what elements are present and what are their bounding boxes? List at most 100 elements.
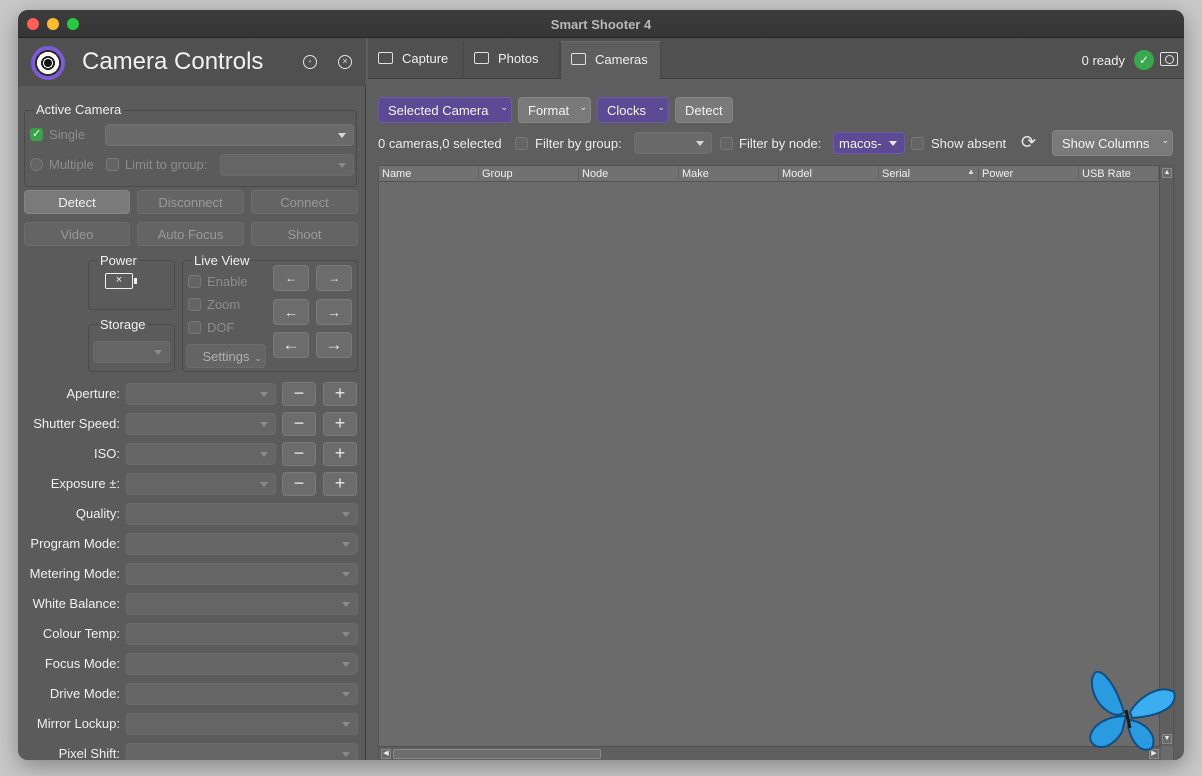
single-camera-select[interactable]	[105, 124, 354, 146]
decrement-button[interactable]: −	[282, 472, 316, 496]
setting-select[interactable]	[126, 623, 358, 645]
show-absent-checkbox[interactable]	[911, 137, 924, 150]
setting-select[interactable]	[126, 503, 358, 525]
setting-row: Drive Mode:	[18, 682, 366, 706]
refresh-icon[interactable]: ⟳	[1021, 132, 1036, 153]
selected-camera-button[interactable]: Selected Camera ⌄	[378, 97, 512, 123]
close-panel-icon[interactable]: ×	[338, 55, 352, 69]
focus-far-small-button[interactable]: →	[316, 265, 352, 291]
video-button[interactable]: Video	[24, 222, 130, 246]
live-view-enable-checkbox[interactable]	[188, 275, 201, 288]
multiple-label: Multiple	[49, 157, 94, 172]
increment-button[interactable]: +	[323, 442, 357, 466]
live-view-dof-checkbox[interactable]	[188, 321, 201, 334]
column-header[interactable]: Node	[579, 166, 679, 182]
auto-focus-button[interactable]: Auto Focus	[137, 222, 244, 246]
column-header[interactable]: Model	[779, 166, 879, 182]
disconnect-button[interactable]: Disconnect	[137, 190, 244, 214]
live-view-dof-label: DOF	[207, 320, 235, 335]
filter-node-select[interactable]: macos-	[833, 132, 905, 154]
setting-row: Colour Temp:	[18, 622, 366, 646]
live-view-zoom-checkbox[interactable]	[188, 298, 201, 311]
column-header[interactable]: Serial	[879, 166, 979, 182]
setting-select[interactable]	[126, 413, 276, 435]
single-radio[interactable]	[30, 127, 43, 141]
focus-near-large-button[interactable]: ←	[273, 332, 309, 358]
setting-select[interactable]	[126, 743, 358, 760]
tab-cameras[interactable]: Cameras	[560, 41, 661, 79]
focus-near-medium-button[interactable]: ←	[273, 299, 309, 325]
setting-select[interactable]	[126, 653, 358, 675]
tab-capture[interactable]: Capture	[368, 41, 464, 79]
multiple-radio[interactable]	[30, 158, 43, 171]
filter-group-checkbox[interactable]	[515, 137, 528, 150]
setting-select[interactable]	[126, 383, 276, 405]
format-button[interactable]: Format ⌄	[518, 97, 591, 123]
setting-select[interactable]	[126, 473, 276, 495]
setting-select[interactable]	[126, 683, 358, 705]
setting-label: Mirror Lockup:	[36, 716, 120, 731]
scroll-up-icon[interactable]: ▲	[1162, 168, 1172, 178]
shoot-button[interactable]: Shoot	[251, 222, 358, 246]
filter-node-value: macos-	[839, 136, 882, 151]
column-header[interactable]: Power	[979, 166, 1079, 182]
setting-row: ISO: − +	[18, 442, 366, 466]
storage-select[interactable]	[93, 341, 170, 363]
filter-node-checkbox[interactable]	[720, 137, 733, 150]
setting-select[interactable]	[126, 533, 358, 555]
column-header[interactable]: Name	[379, 166, 479, 182]
app-logo-icon	[31, 46, 65, 80]
focus-far-medium-button[interactable]: →	[316, 299, 352, 325]
app-window: Smart Shooter 4 Camera Controls ◦ × Acti…	[18, 10, 1184, 760]
decrement-button[interactable]: −	[282, 412, 316, 436]
live-view-settings-button[interactable]: Settings ⌄	[186, 344, 266, 368]
limit-to-group-label: Limit to group:	[125, 157, 208, 172]
setting-label: Quality:	[75, 506, 120, 521]
focus-near-small-button[interactable]: ←	[273, 265, 309, 291]
decrement-button[interactable]: −	[282, 382, 316, 406]
limit-to-group-checkbox[interactable]	[106, 158, 119, 171]
column-header[interactable]: Group	[479, 166, 579, 182]
setting-row: Exposure ±: − +	[18, 472, 366, 496]
dropdown-indicator-icon: ⌄	[579, 102, 587, 112]
photos-icon	[474, 52, 489, 64]
setting-select[interactable]	[126, 443, 276, 465]
shoot-camera-icon[interactable]	[1160, 52, 1178, 66]
column-header[interactable]: Make	[679, 166, 779, 182]
increment-button[interactable]: +	[323, 472, 357, 496]
setting-label: Aperture:	[66, 386, 120, 401]
tab-photos[interactable]: Photos	[464, 41, 560, 79]
horizontal-scroll-thumb[interactable]	[393, 749, 601, 759]
setting-select[interactable]	[126, 713, 358, 735]
focus-far-large-button[interactable]: →	[316, 332, 352, 358]
increment-button[interactable]: +	[323, 382, 357, 406]
vertical-scrollbar[interactable]: ▲ ▼	[1159, 166, 1173, 746]
float-panel-icon[interactable]: ◦	[303, 55, 317, 69]
camera-controls-panel: Camera Controls ◦ × Active Camera Single…	[18, 38, 366, 760]
scroll-left-icon[interactable]: ◀	[381, 749, 391, 759]
active-camera-legend: Active Camera	[34, 102, 124, 117]
detect-button[interactable]: Detect	[24, 190, 130, 214]
ready-count: 0 ready	[1081, 53, 1125, 68]
clocks-button[interactable]: Clocks ⌄	[597, 97, 669, 123]
live-view-legend: Live View	[192, 253, 252, 268]
cameras-table: Name Group Node Make Model Serial ▲ Power USB Ra…	[378, 165, 1174, 760]
filter-group-label: Filter by group:	[535, 136, 622, 151]
setting-select[interactable]	[126, 563, 358, 585]
butterfly-icon	[1088, 670, 1176, 751]
show-columns-label: Show Columns	[1062, 136, 1150, 151]
increment-button[interactable]: +	[323, 412, 357, 436]
live-view-zoom-label: Zoom	[207, 297, 241, 312]
live-view-settings-label: Settings	[202, 349, 250, 364]
single-label: Single	[49, 127, 86, 142]
filter-group-select[interactable]	[634, 132, 712, 154]
decrement-button[interactable]: −	[282, 442, 316, 466]
column-header[interactable]: USB Rate	[1079, 166, 1159, 182]
setting-row: Quality:	[18, 502, 366, 526]
group-select[interactable]	[220, 154, 354, 176]
horizontal-scrollbar[interactable]: ◀ ▶	[379, 746, 1161, 760]
show-columns-button[interactable]: Show Columns ⌄	[1052, 130, 1173, 156]
setting-select[interactable]	[126, 593, 358, 615]
detect-cameras-button[interactable]: Detect	[675, 97, 733, 123]
connect-button[interactable]: Connect	[251, 190, 358, 214]
